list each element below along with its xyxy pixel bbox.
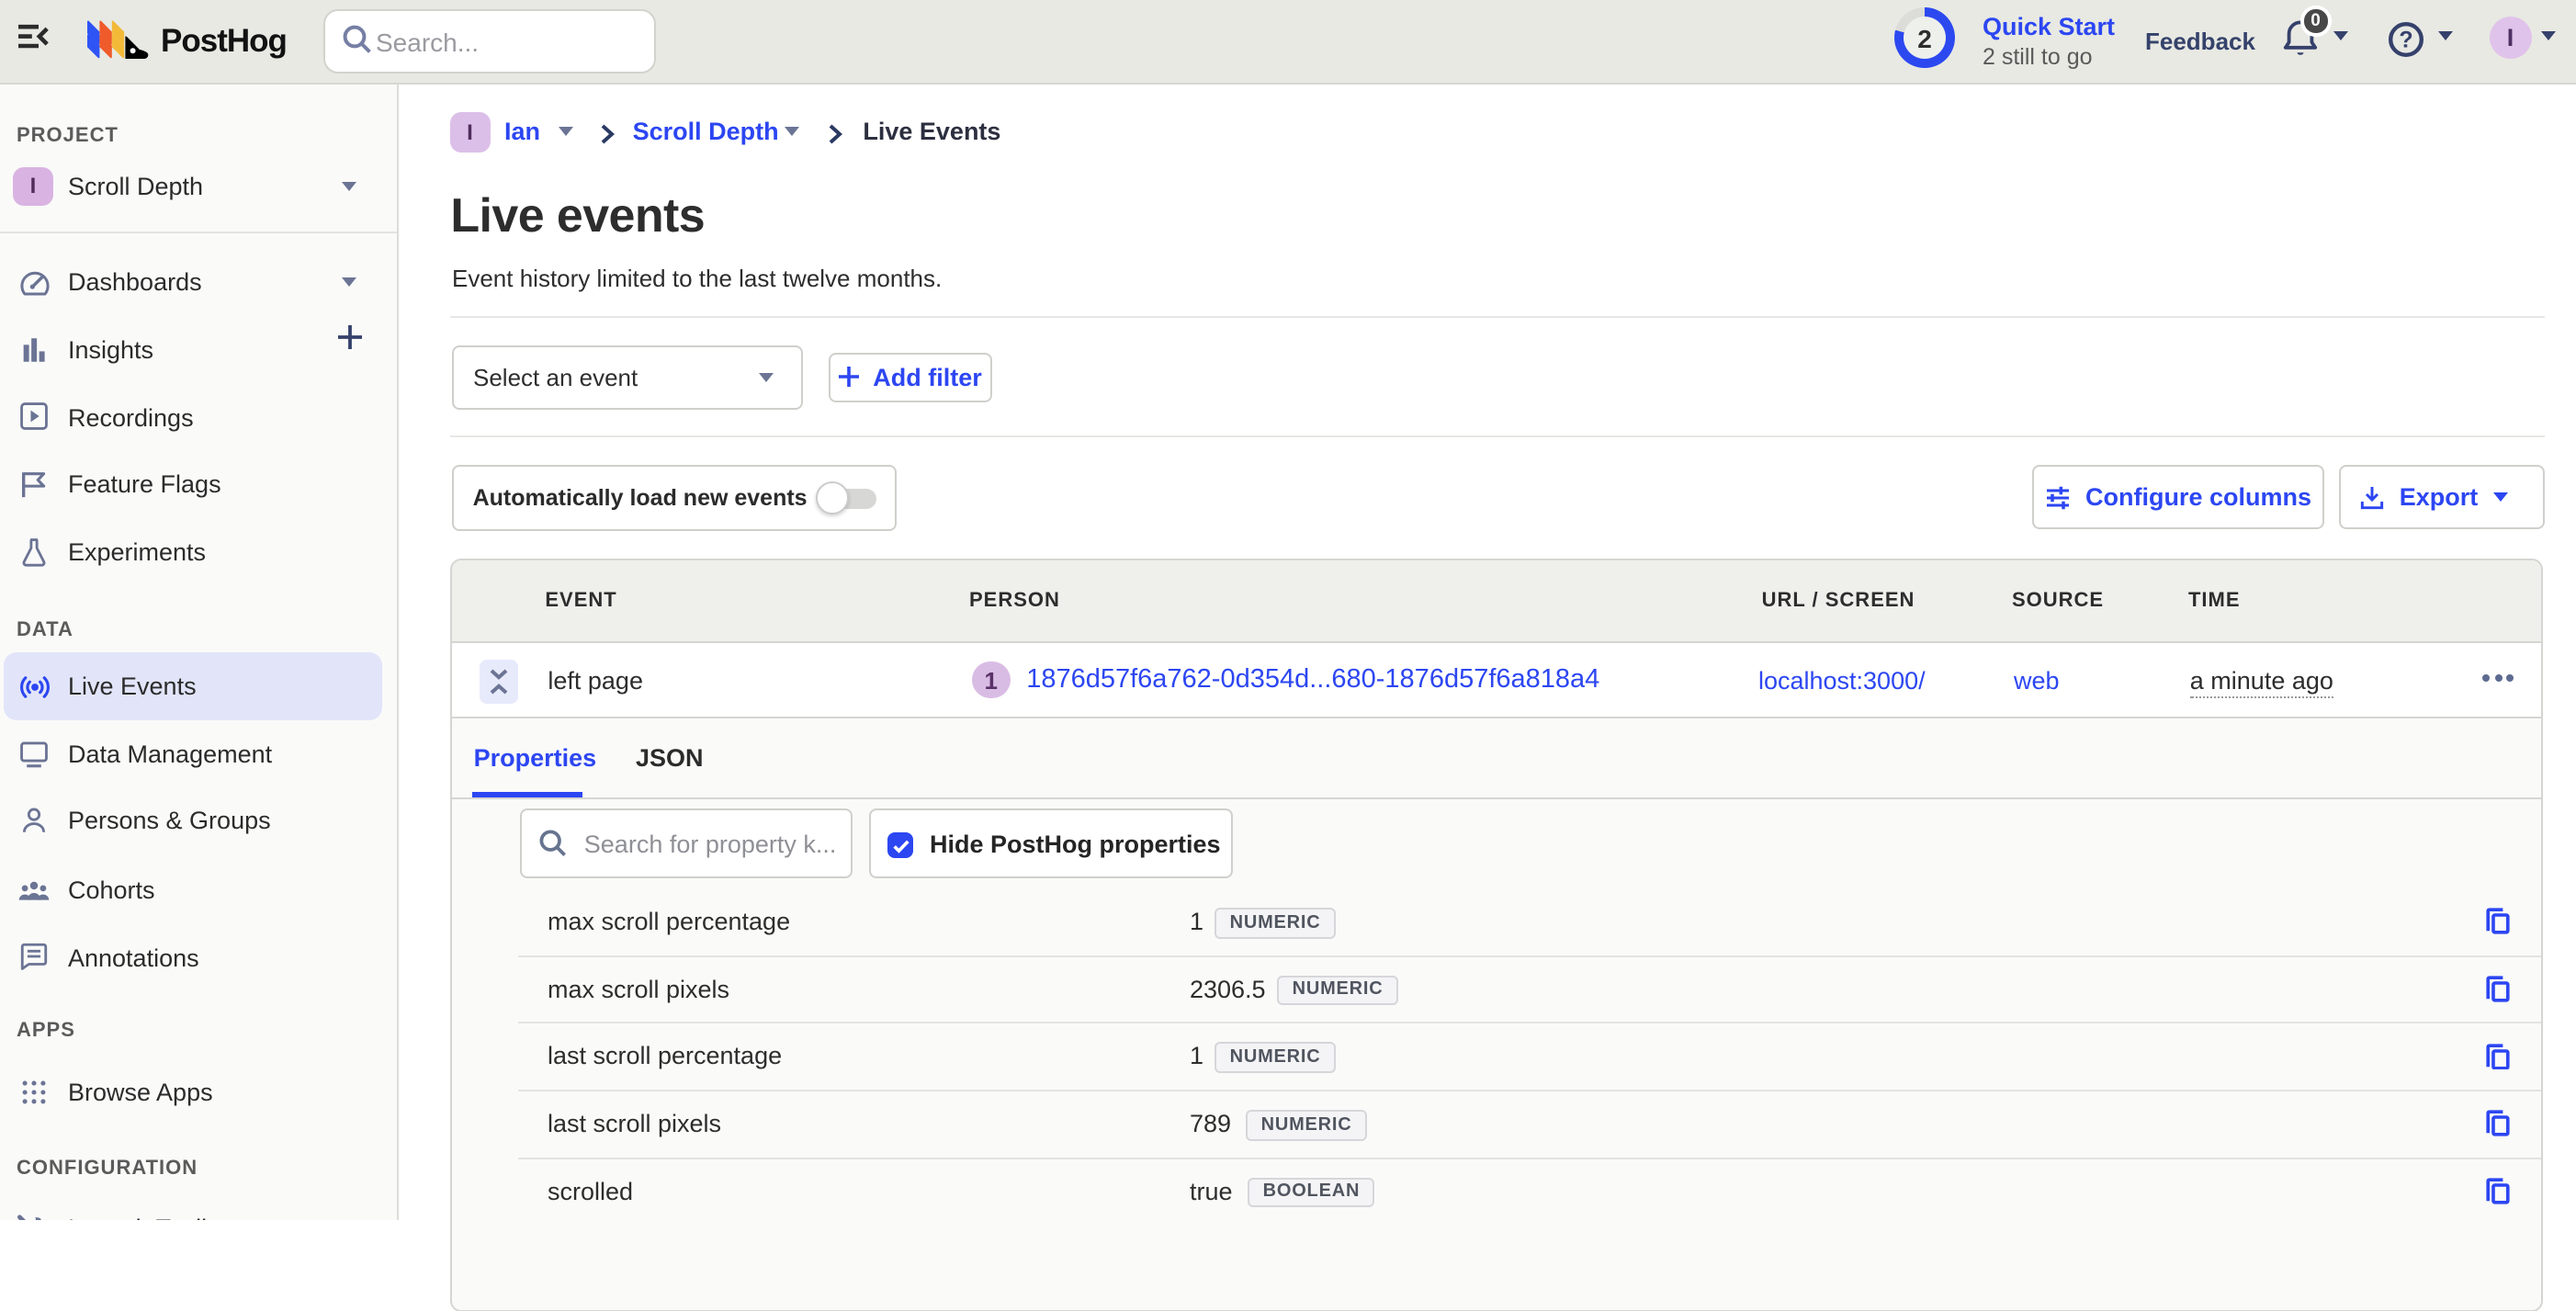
svg-text:?: ? bbox=[2399, 27, 2412, 52]
